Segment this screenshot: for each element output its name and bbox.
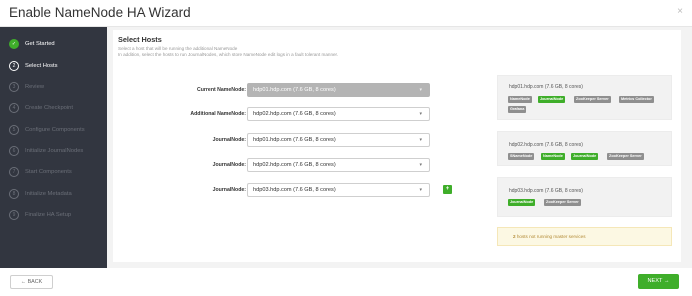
next-button[interactable]: NEXT → xyxy=(638,274,679,289)
warning-alert: 2 hosts not running master services xyxy=(497,227,672,246)
component-badge: NameNode xyxy=(508,96,532,103)
wizard-title: Enable NameNode HA Wizard xyxy=(9,5,191,20)
description-line-2: In addition, select the hosts to run Jou… xyxy=(118,52,339,57)
component-badge: ZooKeeper Server xyxy=(607,153,644,160)
chevron-down-icon: ▾ xyxy=(419,111,422,117)
component-badge: JournalNode xyxy=(538,96,566,103)
select-value: hdp02.hdp.com (7.6 GB, 8 cores) xyxy=(253,111,336,117)
warning-text: hosts not running master services xyxy=(516,234,586,239)
wizard-header: Enable NameNode HA Wizard × xyxy=(0,0,692,27)
chevron-down-icon: ▾ xyxy=(419,187,422,193)
host-name: hdp02.hdp.com (7.6 GB, 8 cores) xyxy=(509,142,583,148)
select-value: hdp01.hdp.com (7.6 GB, 8 cores) xyxy=(253,87,336,93)
component-badge: Metrics Collector xyxy=(619,96,654,103)
select-value: hdp02.hdp.com (7.6 GB, 8 cores) xyxy=(253,162,336,168)
chevron-down-icon: ▾ xyxy=(419,162,422,168)
component-badge: JournalNode xyxy=(571,153,599,160)
wizard-steps-sidebar: ✓ Get Started 2 Select Hosts 3 Review 4 … xyxy=(0,27,107,268)
host-card-hdp01: hdp01.hdp.com (7.6 GB, 8 cores) NameNode… xyxy=(497,75,672,120)
additional-namenode-label: Additional NameNode: xyxy=(190,111,246,117)
select-value: hdp01.hdp.com (7.6 GB, 8 cores) xyxy=(253,137,336,143)
component-badge: ZooKeeper Server xyxy=(544,199,581,206)
chevron-down-icon: ▾ xyxy=(419,87,422,93)
journalnode-label: JournalNode: xyxy=(212,137,246,143)
journalnode-select-2[interactable]: hdp02.hdp.com (7.6 GB, 8 cores) ▾ xyxy=(247,158,430,172)
step-number: 2 xyxy=(9,61,19,71)
current-namenode-label: Current NameNode: xyxy=(196,87,246,93)
current-namenode-select: hdp01.hdp.com (7.6 GB, 8 cores) ▾ xyxy=(247,83,430,97)
panel-title: Select Hosts xyxy=(118,35,162,44)
wizard-footer: ← BACK NEXT → xyxy=(0,268,692,296)
step-label: Select Hosts xyxy=(25,63,58,69)
component-badge: ZooKeeper Server xyxy=(574,96,611,103)
step-label: Finalize HA Setup xyxy=(25,212,72,218)
panel-description: Select a host that will be running the a… xyxy=(118,46,338,58)
host-name: hdp03.hdp.com (7.6 GB, 8 cores) xyxy=(509,188,583,194)
journalnode-label: JournalNode: xyxy=(212,187,246,193)
host-name: hdp01.hdp.com (7.6 GB, 8 cores) xyxy=(509,84,583,90)
step-select-hosts[interactable]: 2 Select Hosts xyxy=(9,59,58,73)
select-value: hdp03.hdp.com (7.6 GB, 8 cores) xyxy=(253,187,336,193)
step-finalize-ha-setup: 9 Finalize HA Setup xyxy=(9,208,71,222)
host-card-hdp02: hdp02.hdp.com (7.6 GB, 8 cores) SNameNod… xyxy=(497,131,672,166)
add-journalnode-button[interactable]: + xyxy=(443,185,452,194)
step-number: 6 xyxy=(9,146,19,156)
step-number: 9 xyxy=(9,210,19,220)
chevron-down-icon: ▾ xyxy=(419,137,422,143)
host-card-hdp03: hdp03.hdp.com (7.6 GB, 8 cores) JournalN… xyxy=(497,177,672,217)
check-icon: ✓ xyxy=(9,39,19,49)
journalnode-label: JournalNode: xyxy=(212,162,246,168)
journalnode-select-3[interactable]: hdp03.hdp.com (7.6 GB, 8 cores) ▾ xyxy=(247,183,430,197)
component-badge: SNameNode xyxy=(508,153,535,160)
component-badge: JournalNode xyxy=(508,199,536,206)
journalnode-select-1[interactable]: hdp01.hdp.com (7.6 GB, 8 cores) ▾ xyxy=(247,133,430,147)
step-label: Get Started xyxy=(25,41,55,47)
component-badge: NameNode xyxy=(541,153,565,160)
component-badge: Grafana xyxy=(508,106,527,113)
step-label: Initialize JournalNodes xyxy=(25,148,84,154)
back-button[interactable]: ← BACK xyxy=(10,275,53,289)
additional-namenode-select[interactable]: hdp02.hdp.com (7.6 GB, 8 cores) ▾ xyxy=(247,107,430,121)
close-icon[interactable]: × xyxy=(677,6,683,17)
step-get-started[interactable]: ✓ Get Started xyxy=(9,37,55,51)
warning-count: 2 xyxy=(513,234,516,239)
